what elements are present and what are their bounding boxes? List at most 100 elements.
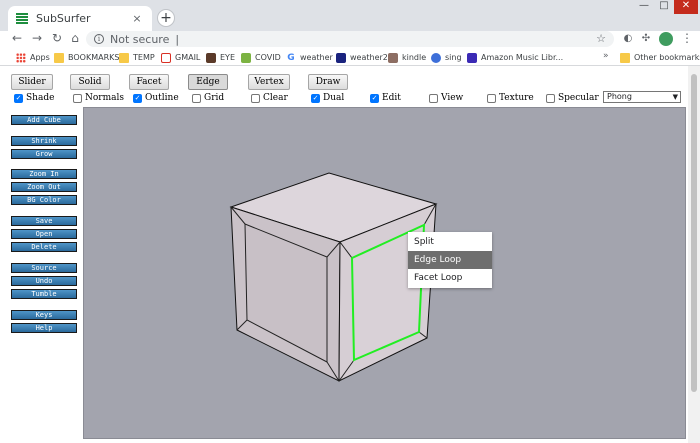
checkbox-unchecked-icon[interactable] — [487, 93, 496, 103]
bookmark-apps[interactable]: Apps — [16, 51, 50, 64]
bookmark-star-icon[interactable]: ☆ — [596, 32, 606, 45]
bg-color-button[interactable]: BG Color — [11, 195, 77, 205]
cube-mesh — [229, 172, 438, 382]
page-scrollbar[interactable] — [688, 66, 700, 443]
eye-icon — [206, 52, 216, 63]
url-cursor: | — [175, 32, 180, 46]
bookmark-weather[interactable]: Gweather — [286, 51, 333, 64]
scrollbar-thumb[interactable] — [691, 74, 697, 392]
mode-button-facet[interactable]: Facet — [129, 74, 169, 90]
browser-menu-icon[interactable]: ⋮ — [681, 31, 693, 45]
option-specular[interactable]: Specular — [546, 92, 599, 104]
minimize-icon[interactable]: — — [634, 0, 654, 14]
checkbox-unchecked-icon[interactable] — [251, 93, 260, 103]
weather-icon — [336, 52, 346, 63]
security-status: Not secure — [110, 32, 170, 46]
folder-icon — [620, 52, 630, 63]
option-outline[interactable]: ✓ Outline — [133, 92, 179, 104]
option-texture[interactable]: Texture — [487, 92, 534, 104]
maximize-icon[interactable]: □ — [654, 0, 674, 14]
3d-viewport[interactable] — [83, 107, 686, 439]
zoom-out-button[interactable]: Zoom Out — [11, 182, 77, 192]
chevron-down-icon: ▼ — [672, 93, 678, 101]
undo-button[interactable]: Undo — [11, 276, 77, 286]
zoom-in-button[interactable]: Zoom In — [11, 169, 77, 179]
bookmark-gmail[interactable]: GMAIL — [161, 51, 200, 64]
gmail-icon — [161, 52, 171, 63]
shrink-button[interactable]: Shrink — [11, 136, 77, 146]
address-bar[interactable]: i Not secure | ☆ — [86, 31, 614, 47]
option-normals[interactable]: Normals — [73, 92, 124, 104]
menu-item-split[interactable]: Split — [408, 233, 492, 251]
help-button[interactable]: Help — [11, 323, 77, 333]
bookmarks-bar: Apps BOOKMARKS TEMP GMAIL EYE COVID Gwea… — [0, 49, 700, 66]
checkbox-checked-icon[interactable]: ✓ — [14, 93, 23, 103]
window-close-icon[interactable]: ✕ — [674, 0, 698, 14]
music-icon — [467, 52, 477, 63]
tumble-button[interactable]: Tumble — [11, 289, 77, 299]
tab-close-icon[interactable]: × — [130, 12, 144, 25]
bookmark-amazon-music[interactable]: Amazon Music Libr... — [467, 51, 563, 64]
apps-icon — [16, 52, 26, 63]
delete-button[interactable]: Delete — [11, 242, 77, 252]
google-icon: G — [286, 52, 296, 63]
folder-icon — [54, 52, 64, 63]
extensions-puzzle-icon[interactable]: ✣ — [640, 33, 652, 45]
mode-button-edge[interactable]: Edge — [188, 74, 228, 90]
mode-button-slider[interactable]: Slider — [11, 74, 53, 90]
kindle-icon — [388, 52, 398, 63]
option-view[interactable]: View — [429, 92, 463, 104]
mode-button-draw[interactable]: Draw — [308, 74, 348, 90]
option-edit[interactable]: ✓ Edit — [370, 92, 401, 104]
reload-icon[interactable]: ↻ — [50, 31, 64, 47]
subsurfer-favicon-icon — [16, 12, 28, 25]
sing-icon — [431, 52, 441, 63]
mode-button-vertex[interactable]: Vertex — [248, 74, 290, 90]
add-cube-button[interactable]: Add Cube — [11, 115, 77, 125]
forward-icon[interactable]: → — [30, 31, 44, 47]
checkbox-checked-icon[interactable]: ✓ — [133, 93, 142, 103]
bookmark-temp[interactable]: TEMP — [119, 51, 155, 64]
new-tab-button[interactable]: + — [157, 9, 175, 27]
back-icon[interactable]: ← — [10, 31, 24, 47]
profile-avatar-icon[interactable] — [659, 32, 673, 46]
browser-tab[interactable]: SubSurfer × — [8, 6, 152, 31]
checkbox-checked-icon[interactable]: ✓ — [311, 93, 320, 103]
covid-icon — [241, 52, 251, 63]
bookmark-bookmarks[interactable]: BOOKMARKS — [54, 51, 119, 64]
shading-select[interactable]: Phong ▼ — [603, 91, 681, 103]
checkbox-unchecked-icon[interactable] — [73, 93, 82, 103]
source-button[interactable]: Source — [11, 263, 77, 273]
option-shade[interactable]: ✓ Shade — [14, 92, 54, 104]
home-icon[interactable]: ⌂ — [68, 31, 82, 47]
menu-item-facet-loop[interactable]: Facet Loop — [408, 269, 492, 287]
checkbox-unchecked-icon[interactable] — [192, 93, 201, 103]
save-button[interactable]: Save — [11, 216, 77, 226]
folder-icon — [119, 52, 129, 63]
bookmark-covid[interactable]: COVID — [241, 51, 281, 64]
option-grid[interactable]: Grid — [192, 92, 224, 104]
browser-toolbar: ← → ↻ ⌂ i Not secure | ☆ ◐ ✣ ⋮ — [0, 31, 700, 47]
open-button[interactable]: Open — [11, 229, 77, 239]
option-clear[interactable]: Clear — [251, 92, 288, 104]
bookmark-other[interactable]: Other bookmarks — [620, 51, 700, 64]
checkbox-unchecked-icon[interactable] — [546, 93, 555, 103]
bookmark-sing[interactable]: sing — [431, 51, 462, 64]
context-menu: Split Edge Loop Facet Loop — [408, 232, 492, 288]
bookmarks-overflow-icon[interactable]: » — [603, 51, 609, 61]
checkbox-checked-icon[interactable]: ✓ — [370, 93, 379, 103]
keys-button[interactable]: Keys — [11, 310, 77, 320]
tab-title: SubSurfer — [36, 12, 91, 25]
info-icon[interactable]: i — [94, 34, 104, 44]
grow-button[interactable]: Grow — [11, 149, 77, 159]
checkbox-unchecked-icon[interactable] — [429, 93, 438, 103]
extension-circle-icon[interactable]: ◐ — [622, 33, 634, 45]
bookmark-kindle[interactable]: kindle — [388, 51, 426, 64]
subsurfer-page: Slider Solid Facet Edge Vertex Draw ✓ Sha… — [0, 66, 700, 443]
browser-tabstrip: SubSurfer × + — □ ✕ — [0, 0, 700, 31]
option-dual[interactable]: ✓ Dual — [311, 92, 344, 104]
menu-item-edge-loop[interactable]: Edge Loop — [408, 251, 492, 269]
bookmark-weather2[interactable]: weather2 — [336, 51, 388, 64]
bookmark-eye[interactable]: EYE — [206, 51, 235, 64]
mode-button-solid[interactable]: Solid — [70, 74, 110, 90]
